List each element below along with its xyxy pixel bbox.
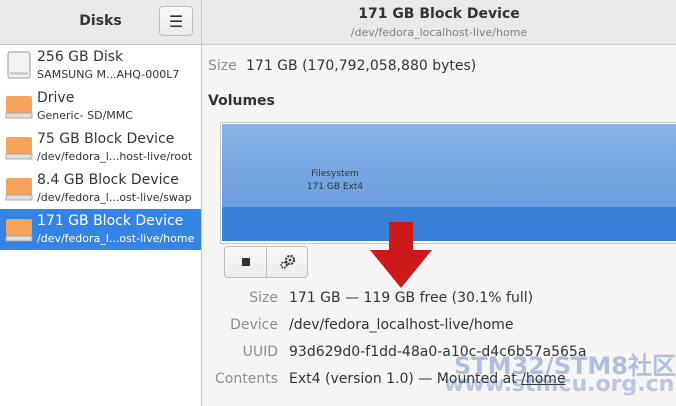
sidebar-item-171gb-block-device[interactable]: 171 GB Block Device /dev/fedora_l...ost-… [0, 209, 201, 250]
volumes-heading: Volumes [208, 93, 275, 109]
menu-button[interactable]: ☰ [159, 6, 193, 36]
disk-name: Drive [37, 90, 75, 106]
disk-name: 75 GB Block Device [37, 131, 175, 147]
device-size-value: 171 GB (170,792,058,880 bytes) [246, 58, 477, 74]
volume-toolbar [224, 246, 308, 278]
sidebar-item-75gb-block-device[interactable]: 75 GB Block Device /dev/fedora_l...host-… [0, 127, 201, 168]
volume-contents-label: Contents [215, 371, 278, 387]
block-device-icon [5, 137, 33, 160]
unmount-button[interactable] [225, 247, 267, 277]
volume-size-label: Size [249, 290, 278, 306]
volume-size-value: 171 GB — 119 GB free (30.1% full) [289, 290, 534, 306]
block-device-icon [5, 96, 33, 119]
partition-size: 171 GB Ext4 [306, 182, 364, 192]
disk-path: /dev/fedora_l...ost-live/home [37, 232, 195, 245]
main-header: 171 GB Block Device /dev/fedora_localhos… [202, 0, 676, 45]
ssd-drive-icon [7, 51, 31, 79]
watermark-url: www.stmcu.org.cn [444, 372, 675, 397]
device-subtitle: /dev/fedora_localhost-live/home [350, 26, 528, 39]
volume-device-value: /dev/fedora_localhost-live/home [289, 317, 514, 333]
block-device-icon [5, 219, 33, 242]
sidebar-header: Disks ☰ [0, 0, 201, 45]
filesystem-partition[interactable] [222, 124, 676, 207]
device-title: 171 GB Block Device [358, 6, 520, 22]
disk-name: 256 GB Disk [37, 49, 124, 65]
sidebar-item-256gb-disk[interactable]: 256 GB Disk SAMSUNG M...AHQ-000L7 [0, 45, 201, 86]
volume-device-label: Device [230, 317, 278, 333]
disk-path: /dev/fedora_l...host-live/root [37, 150, 193, 163]
sidebar-item-drive[interactable]: Drive Generic- SD/MMC [0, 86, 201, 127]
disk-model: Generic- SD/MMC [37, 109, 133, 122]
device-size-label: Size [208, 58, 237, 74]
partition-settings-button[interactable] [267, 247, 308, 277]
volume-uuid-label: UUID [242, 344, 278, 360]
disk-model: SAMSUNG M...AHQ-000L7 [37, 68, 180, 81]
partition-selection-bar[interactable] [222, 207, 676, 241]
hamburger-menu-icon: ☰ [168, 11, 184, 31]
gears-icon [279, 254, 295, 269]
red-down-arrow-icon [370, 222, 432, 288]
stop-icon [241, 258, 250, 266]
disk-path: /dev/fedora_l...ost-live/swap [37, 191, 192, 204]
sidebar: Disks ☰ 256 GB Disk SAMSUNG M...AHQ-000L… [0, 0, 202, 406]
disk-name: 171 GB Block Device [37, 213, 184, 229]
